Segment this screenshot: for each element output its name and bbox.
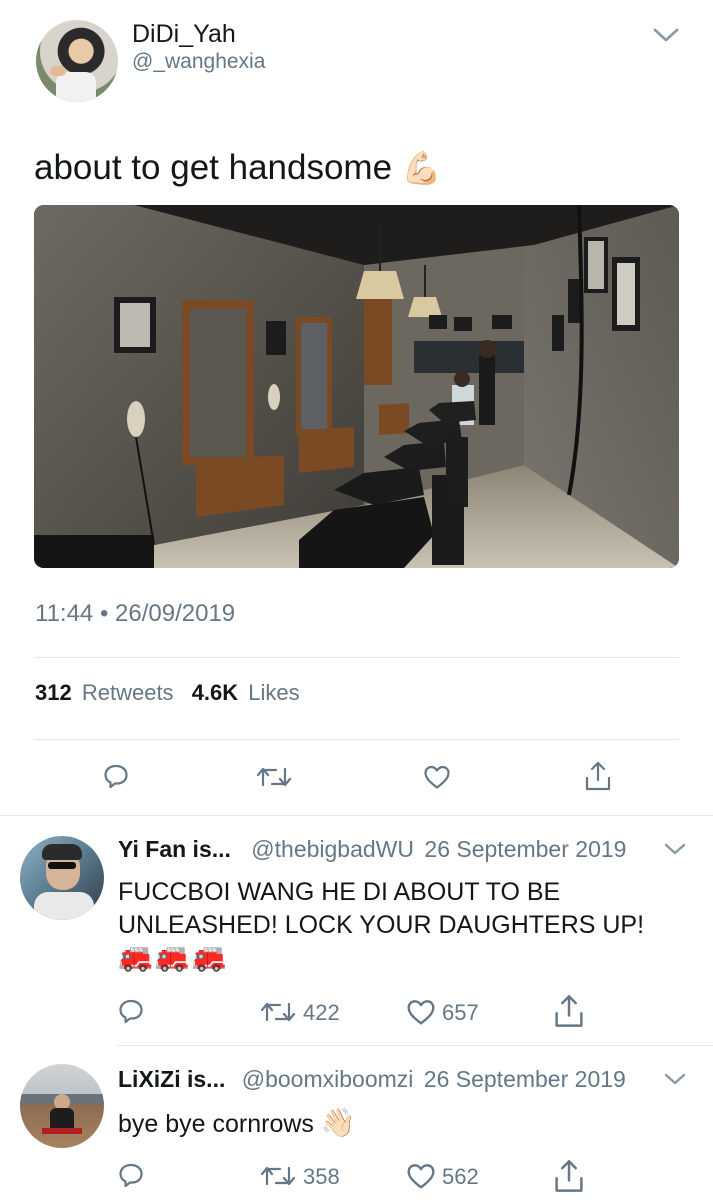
author-handle[interactable]: @_wanghexia bbox=[132, 50, 265, 74]
retweets-label[interactable]: Retweets bbox=[82, 680, 174, 705]
reply-avatar[interactable] bbox=[20, 1064, 104, 1148]
like-icon[interactable] bbox=[406, 1162, 436, 1190]
reply-text: FUCCBOI WANG HE DI ABOUT TO BE UNLEASHED… bbox=[118, 878, 645, 939]
chevron-down-icon[interactable] bbox=[664, 1072, 686, 1086]
share-icon[interactable] bbox=[584, 760, 612, 792]
tweet-text: about to get handsome 💪🏻 bbox=[34, 148, 442, 188]
author-display-name[interactable]: DiDi_Yah bbox=[132, 20, 236, 49]
divider bbox=[34, 657, 679, 658]
reply-header: Yi Fan is... @thebigbadWU 26 September 2… bbox=[118, 836, 626, 863]
reply-text-content: bye bye cornrows bbox=[118, 1110, 314, 1138]
reply-display-name[interactable]: Yi Fan is... bbox=[118, 836, 231, 862]
reply-like-count[interactable]: 657 bbox=[442, 1002, 479, 1024]
reply-handle[interactable]: @thebigbadWU bbox=[251, 836, 414, 862]
section-divider bbox=[118, 1045, 713, 1046]
reply-retweet-count[interactable]: 422 bbox=[303, 1002, 340, 1024]
reply-emoji: 🚒🚒🚒 bbox=[118, 941, 229, 972]
reply-header: LiXiZi is... @boomxiboomzi 26 September … bbox=[118, 1066, 626, 1093]
reply-icon[interactable] bbox=[118, 1162, 144, 1188]
chevron-down-icon[interactable] bbox=[652, 26, 680, 44]
barbershop-photo bbox=[34, 205, 679, 568]
tweet-image[interactable] bbox=[34, 205, 679, 568]
section-divider bbox=[0, 815, 713, 816]
like-icon[interactable] bbox=[406, 998, 436, 1026]
author-avatar[interactable] bbox=[36, 20, 118, 102]
reply-icon[interactable] bbox=[118, 998, 144, 1024]
retweet-icon[interactable] bbox=[256, 765, 292, 789]
likes-count[interactable]: 4.6K bbox=[192, 680, 238, 705]
divider bbox=[34, 739, 679, 740]
tweet-text-emoji: 💪🏻 bbox=[401, 150, 442, 186]
share-icon[interactable] bbox=[553, 993, 585, 1029]
reply-avatar[interactable] bbox=[20, 836, 104, 920]
reply-date[interactable]: 26 September 2019 bbox=[424, 1066, 626, 1092]
reply-display-name[interactable]: LiXiZi is... bbox=[118, 1066, 225, 1092]
reply-icon[interactable] bbox=[103, 763, 129, 789]
reply-date[interactable]: 26 September 2019 bbox=[424, 836, 626, 862]
tweet-text-content: about to get handsome bbox=[34, 148, 393, 187]
reply-text-emoji: 👋🏻 bbox=[320, 1107, 356, 1138]
reply-handle[interactable]: @boomxiboomzi bbox=[242, 1066, 414, 1092]
chevron-down-icon[interactable] bbox=[664, 842, 686, 856]
share-icon[interactable] bbox=[553, 1158, 585, 1194]
reply-text: bye bye cornrows 👋🏻 bbox=[118, 1106, 356, 1139]
tweet-timestamp[interactable]: 11:44 • 26/09/2019 bbox=[35, 600, 235, 628]
retweets-count[interactable]: 312 bbox=[35, 680, 72, 705]
retweet-icon[interactable] bbox=[260, 1164, 296, 1188]
reply-like-count[interactable]: 562 bbox=[442, 1166, 479, 1188]
tweet-stats: 312 Retweets 4.6K Likes bbox=[35, 680, 300, 706]
like-icon[interactable] bbox=[423, 764, 451, 790]
likes-label[interactable]: Likes bbox=[248, 680, 299, 705]
retweet-icon[interactable] bbox=[260, 1000, 296, 1024]
reply-retweet-count[interactable]: 358 bbox=[303, 1166, 340, 1188]
